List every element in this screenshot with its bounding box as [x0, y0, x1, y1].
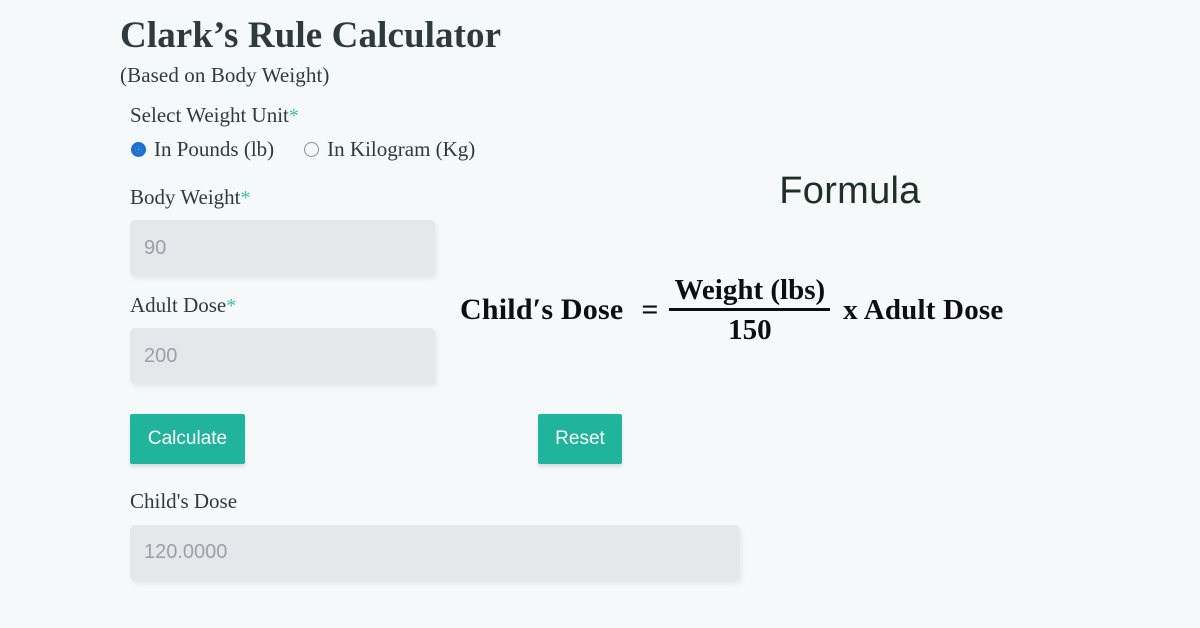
reset-button[interactable]: Reset: [538, 414, 622, 465]
calculator-page: Clark’s Rule Calculator (Based on Body W…: [0, 0, 1200, 628]
body-weight-input-value: 90: [144, 236, 167, 259]
radio-option-kilogram[interactable]: In Kilogram (Kg): [304, 137, 475, 162]
radio-option-kilogram-label: In Kilogram (Kg): [327, 137, 476, 162]
formula-left-side: Child′s Dose: [460, 293, 624, 327]
child-dose-output-value: 120.0000: [144, 541, 228, 564]
child-dose-result-field: Child's Dose 120.0000: [120, 489, 760, 581]
weight-unit-label-text: Select Weight Unit: [130, 102, 289, 127]
child-dose-output[interactable]: 120.0000: [130, 524, 740, 581]
weight-unit-label: Select Weight Unit*: [130, 103, 760, 128]
radio-checked-icon[interactable]: [131, 142, 146, 158]
page-title: Clark’s Rule Calculator: [120, 15, 502, 56]
formula-equation: Child′s Dose = Weight (lbs) 150 x Adult …: [460, 275, 1160, 346]
formula-right-side: x Adult Dose: [843, 293, 1004, 326]
weight-unit-radio-group: In Pounds (lb) In Kilogram (Kg): [120, 137, 760, 162]
formula-fraction: Weight (lbs) 150: [669, 274, 831, 347]
formula-numerator: Weight (lbs): [674, 274, 826, 306]
formula-equals-sign: =: [641, 293, 659, 327]
page-subtitle: (Based on Body Weight): [120, 62, 330, 87]
weight-unit-field: Select Weight Unit*: [120, 103, 760, 128]
formula-panel: Formula Child′s Dose = Weight (lbs) 150 …: [460, 170, 1160, 346]
calculate-button[interactable]: Calculate: [130, 414, 245, 465]
radio-option-pounds-label: In Pounds (lb): [154, 137, 275, 162]
body-weight-input[interactable]: 90: [130, 220, 435, 277]
adult-dose-input[interactable]: 200: [130, 328, 435, 385]
formula-heading: Formula: [779, 170, 921, 212]
radio-unchecked-icon[interactable]: [304, 142, 320, 158]
adult-dose-label-text: Adult Dose: [130, 293, 227, 318]
form-actions: Calculate Reset: [120, 414, 760, 466]
body-weight-label-text: Body Weight: [130, 185, 241, 210]
weight-unit-required-asterisk: *: [288, 104, 299, 127]
adult-dose-required-asterisk: *: [226, 295, 237, 318]
formula-denominator: 150: [728, 314, 772, 347]
radio-option-pounds[interactable]: In Pounds (lb): [131, 137, 274, 162]
body-weight-required-asterisk: *: [240, 187, 251, 210]
adult-dose-input-value: 200: [144, 344, 178, 367]
child-dose-label: Child's Dose: [130, 489, 238, 514]
